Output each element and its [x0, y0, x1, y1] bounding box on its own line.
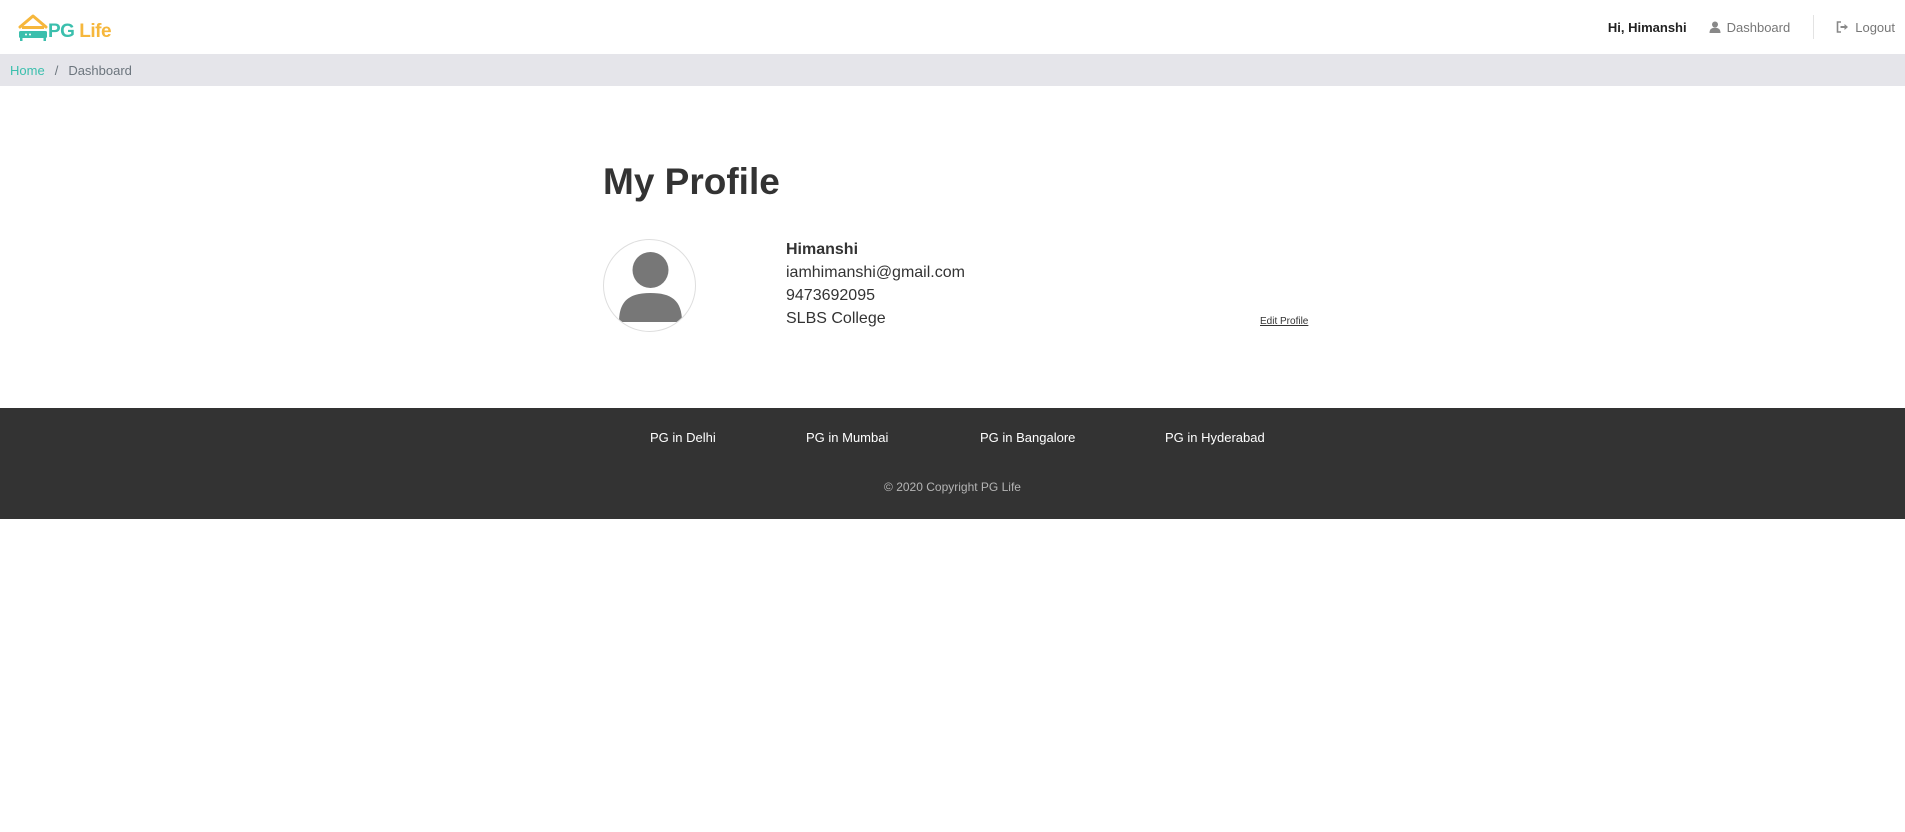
dashboard-link-label: Dashboard: [1726, 19, 1791, 35]
breadcrumb-separator: /: [54, 62, 59, 78]
profile-avatar: [603, 239, 696, 332]
profile-details: Himanshi iamhimanshi@gmail.com 947369209…: [786, 239, 965, 330]
footer-link-bangalore[interactable]: PG in Bangalore: [980, 430, 1075, 445]
page-title: My Profile: [603, 161, 780, 202]
breadcrumb-home-link[interactable]: Home: [10, 63, 45, 78]
dashboard-link[interactable]: Dashboard: [1709, 19, 1791, 35]
breadcrumb-current: Dashboard: [68, 62, 132, 78]
profile-email: iamhimanshi@gmail.com: [786, 264, 965, 281]
site-logo[interactable]: PG Life: [17, 13, 112, 43]
house-bed-logo-icon: [18, 14, 48, 41]
footer-link-hyderabad[interactable]: PG in Hyderabad: [1165, 430, 1265, 445]
footer-copyright: © 2020 Copyright PG Life: [884, 480, 1021, 494]
sign-out-icon: [1836, 21, 1849, 33]
logout-link[interactable]: Logout: [1836, 20, 1895, 35]
footer-link-delhi[interactable]: PG in Delhi: [650, 430, 716, 445]
logo-text: PG Life: [48, 21, 112, 43]
breadcrumb: Home / Dashboard: [0, 54, 1905, 86]
logout-link-label: Logout: [1855, 19, 1895, 35]
footer-link-mumbai[interactable]: PG in Mumbai: [806, 430, 888, 445]
edit-profile-link[interactable]: Edit Profile: [1260, 316, 1308, 327]
user-greeting: Hi, Himanshi: [1607, 19, 1687, 35]
user-avatar-icon: [619, 252, 682, 322]
profile-name: Himanshi: [786, 241, 859, 258]
footer-links: PG in Delhi PG in Mumbai PG in Bangalore…: [0, 430, 1905, 450]
user-icon: [1709, 21, 1721, 33]
site-footer: PG in Delhi PG in Mumbai PG in Bangalore…: [0, 408, 1905, 519]
nav-divider: [1813, 15, 1815, 39]
logo-text-life: Life: [79, 21, 112, 42]
profile-phone: 9473692095: [786, 287, 875, 304]
site-header: PG Life Hi, Himanshi Dashboard Logout: [0, 0, 1905, 54]
header-nav: Hi, Himanshi Dashboard Logout: [1608, 0, 1895, 54]
profile-college: SLBS College: [786, 310, 886, 327]
logo-text-pg: PG: [48, 21, 75, 42]
